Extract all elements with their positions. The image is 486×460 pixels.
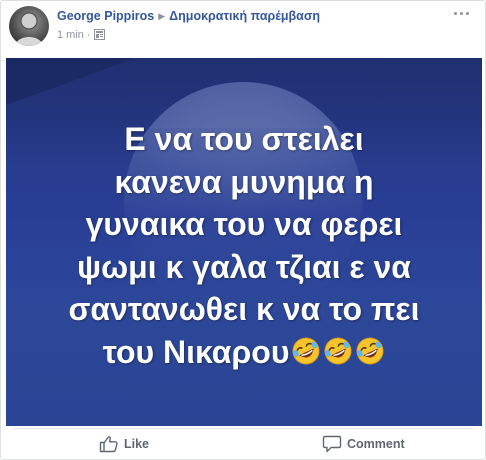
comment-button[interactable]: Comment	[322, 434, 422, 456]
audience-icon[interactable]	[93, 29, 105, 43]
laughing-emoji-icon	[355, 334, 385, 364]
laughing-emoji-icon	[323, 334, 353, 364]
post-image[interactable]: Ε να του στειλει κανενα μυνημα η γυναικα…	[6, 58, 482, 426]
comment-icon	[322, 435, 342, 453]
feed-post: George Pippiros ▶ Δημοκρατική παρέμβαση 1 …	[0, 0, 486, 460]
caption-line: σαντανωθει κ να το πει	[68, 291, 420, 327]
timestamp[interactable]: 1 min	[57, 29, 84, 41]
hill-shape	[6, 58, 136, 105]
post-meta: 1 min ·	[57, 29, 105, 43]
caption-line: κανενα μυνημα η	[114, 163, 374, 200]
group-name[interactable]: Δημοκρατική παρέμβαση	[169, 9, 320, 23]
caption-line: γυναικα του να φερει	[85, 206, 403, 242]
caption-line: του Νικαρου	[102, 333, 290, 370]
caption-line: Ε να του στειλει	[124, 121, 364, 157]
more-options-icon[interactable]	[451, 7, 473, 21]
post-header: George Pippiros ▶ Δημοκρατική παρέμβαση 1 …	[1, 1, 485, 51]
author-avatar[interactable]	[9, 6, 49, 46]
post-title-line: George Pippiros ▶ Δημοκρατική παρέμβαση	[57, 9, 320, 23]
like-button[interactable]: Like	[99, 434, 169, 456]
comment-label: Comment	[347, 437, 405, 451]
caption-line: ψωμι κ γαλα τζιαι ε να	[77, 248, 411, 285]
thumbs-up-icon	[99, 436, 118, 453]
caret-right-icon: ▶	[158, 11, 166, 21]
author-name[interactable]: George Pippiros	[57, 9, 154, 23]
laughing-emoji-icon	[291, 334, 321, 364]
like-label: Like	[124, 437, 150, 451]
footer-divider	[13, 428, 473, 429]
separator-dot: ·	[86, 29, 91, 41]
image-caption: Ε να του στειλει κανενα μυνημα η γυναικα…	[6, 118, 482, 373]
caption-last-line: του Νικαρου	[6, 331, 482, 374]
